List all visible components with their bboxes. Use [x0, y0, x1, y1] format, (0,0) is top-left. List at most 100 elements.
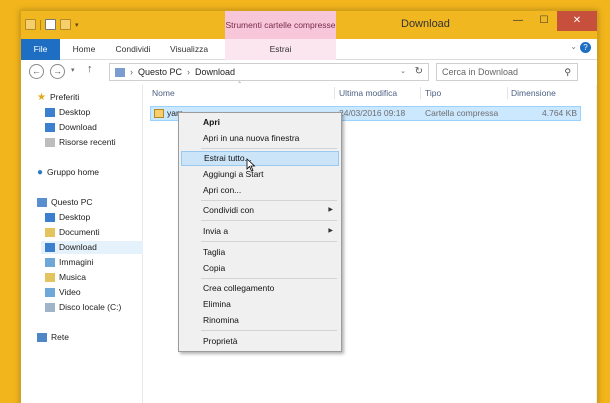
menu-item-aggiungi-a-start[interactable]: Aggiungi a Start — [181, 167, 339, 182]
menu-item-taglia[interactable]: Taglia — [181, 245, 339, 260]
tab-home[interactable]: Home — [66, 39, 102, 60]
star-icon: ★ — [37, 92, 46, 103]
breadcrumb-download[interactable]: Download — [195, 64, 235, 80]
sidebar-item-download[interactable]: Download — [41, 241, 143, 254]
sidebar-item-preferiti[interactable]: ★ Preferiti — [37, 91, 79, 104]
forward-button[interactable]: → — [50, 64, 65, 79]
sidebar-item-desktop[interactable]: Desktop — [45, 211, 90, 224]
sidebar-item-label: Desktop — [59, 107, 91, 117]
menu-item-condividi-con[interactable]: Condividi con ▶ — [181, 203, 339, 218]
column-divider[interactable] — [334, 87, 335, 99]
context-menu: Apri Apri in una nuova finestra Estrai t… — [178, 112, 342, 352]
search-placeholder: Cerca in Download — [442, 67, 519, 77]
context-tab-title: Strumenti cartelle compresse — [225, 11, 336, 39]
sidebar-item-label: Disco locale (C:) — [59, 302, 122, 312]
recent-locations-icon[interactable]: ▾ — [71, 66, 75, 74]
up-button[interactable]: ↑ — [87, 63, 93, 75]
network-icon — [37, 333, 47, 342]
close-button[interactable]: ✕ — [557, 11, 597, 31]
menu-item-apri-nuova-finestra[interactable]: Apri in una nuova finestra — [181, 131, 339, 146]
sidebar-item-gruppo-home[interactable]: ● Gruppo home — [37, 166, 99, 179]
sidebar-item-label: Questo PC — [51, 197, 93, 207]
menu-item-proprieta[interactable]: Proprietà — [181, 334, 339, 349]
desktop-icon — [45, 108, 55, 117]
menu-item-crea-collegamento[interactable]: Crea collegamento — [181, 281, 339, 296]
computer-icon — [37, 198, 47, 207]
breadcrumb-separator-icon: › — [187, 67, 191, 77]
menu-item-invia-a[interactable]: Invia a ▶ — [181, 224, 339, 239]
window-scroll-edge — [596, 85, 597, 403]
address-dropdown-icon[interactable]: ⌄ — [400, 64, 406, 80]
sidebar-item-video[interactable]: Video — [45, 286, 81, 299]
download-folder-icon — [45, 123, 55, 132]
menu-item-rinomina[interactable]: Rinomina — [181, 313, 339, 328]
new-folder-icon[interactable] — [60, 19, 71, 30]
sidebar-item-questo-pc[interactable]: Questo PC — [37, 196, 93, 209]
back-button[interactable]: ← — [29, 64, 44, 79]
column-header-ultima-modifica[interactable]: Ultima modifica — [339, 85, 397, 101]
menu-item-copia[interactable]: Copia — [181, 261, 339, 276]
ribbon-expand-icon[interactable]: ⌄ — [570, 42, 577, 51]
minimize-button[interactable]: — — [505, 11, 531, 31]
refresh-icon[interactable]: ↻ — [415, 64, 423, 80]
folder-icon — [115, 67, 125, 77]
desktop-icon — [45, 213, 55, 222]
recent-places-icon — [45, 138, 55, 147]
sidebar-item-documenti[interactable]: Documenti — [45, 226, 100, 239]
title-bar: ▾ Strumenti cartelle compresse Download … — [21, 11, 597, 39]
sidebar-item-immagini[interactable]: Immagini — [45, 256, 93, 269]
sidebar-item-label: Gruppo home — [47, 167, 100, 177]
properties-icon[interactable] — [45, 19, 56, 30]
window-title: Download — [401, 18, 450, 30]
window-controls: — ☐ ✕ — [505, 11, 597, 31]
sidebar-item-label: Rete — [51, 332, 69, 342]
folder-icon[interactable] — [25, 19, 36, 30]
sidebar-item-musica[interactable]: Musica — [45, 271, 86, 284]
homegroup-icon: ● — [37, 167, 44, 178]
tab-condividi[interactable]: Condividi — [111, 39, 155, 60]
tab-visualizza[interactable]: Visualizza — [167, 39, 211, 60]
toolbar-divider — [40, 19, 41, 30]
sidebar-item-label: Risorse recenti — [59, 137, 116, 147]
menu-item-elimina[interactable]: Elimina — [181, 297, 339, 312]
address-bar[interactable]: › Questo PC › Download ⌄ ↻ — [109, 63, 429, 81]
menu-item-apri-con[interactable]: Apri con... — [181, 183, 339, 198]
search-input[interactable]: Cerca in Download ⚲ — [436, 63, 578, 81]
quick-access-toolbar: ▾ — [25, 19, 79, 30]
videos-icon — [45, 288, 55, 297]
sidebar-item-risorse-recenti[interactable]: Risorse recenti — [45, 136, 116, 149]
sidebar-item-label: Musica — [59, 272, 86, 282]
column-header-nome[interactable]: Nome — [152, 85, 175, 101]
column-divider[interactable] — [507, 87, 508, 99]
sidebar-item-label: Immagini — [59, 257, 94, 267]
submenu-arrow-icon: ▶ — [328, 228, 333, 234]
menu-item-apri[interactable]: Apri — [181, 115, 339, 130]
sidebar-item-rete[interactable]: Rete — [37, 331, 69, 344]
file-modified: 24/03/2016 09:18 — [339, 108, 406, 118]
menu-separator — [201, 220, 337, 221]
zip-folder-icon — [154, 109, 164, 118]
maximize-button[interactable]: ☐ — [531, 11, 557, 31]
address-row: ← → ▾ ↑ › Questo PC › Download ⌄ ↻ Cerca… — [21, 60, 597, 83]
menu-separator — [201, 330, 337, 331]
column-header-dimensione[interactable]: Dimensione — [511, 85, 556, 101]
column-divider[interactable] — [420, 87, 421, 99]
ribbon-tabs: File Home Condividi Visualizza Estrai ⌄ … — [21, 39, 597, 60]
menu-item-label: Condividi con — [203, 205, 255, 215]
sidebar-item-label: Download — [59, 122, 97, 132]
sidebar-item-disco-locale[interactable]: Disco locale (C:) — [45, 301, 121, 314]
tab-estrai[interactable]: Estrai — [225, 39, 336, 60]
help-icon[interactable]: ? — [580, 42, 591, 53]
music-icon — [45, 273, 55, 282]
column-header-tipo[interactable]: Tipo — [425, 85, 441, 101]
customize-toolbar-icon[interactable]: ▾ — [75, 21, 79, 29]
drive-icon — [45, 303, 55, 312]
sidebar-item-desktop-fav[interactable]: Desktop — [45, 106, 90, 119]
menu-item-estrai-tutto[interactable]: Estrai tutto... — [181, 151, 339, 166]
search-icon: ⚲ — [564, 67, 571, 77]
sidebar-item-download-fav[interactable]: Download — [45, 121, 97, 134]
sidebar-item-label: Video — [59, 287, 81, 297]
tab-file[interactable]: File — [21, 39, 60, 60]
breadcrumb-questo-pc[interactable]: Questo PC — [138, 64, 182, 80]
sidebar-item-label: Preferiti — [49, 92, 80, 102]
